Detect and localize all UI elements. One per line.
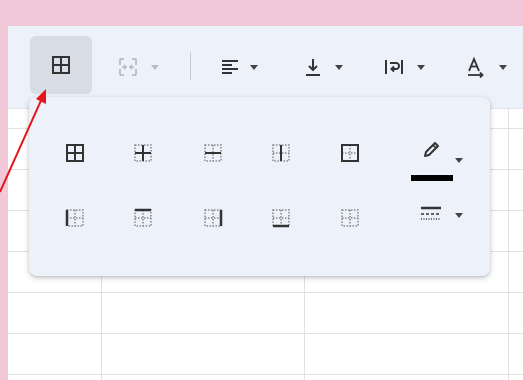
inner-borders-icon[interactable] (133, 143, 153, 163)
horizontal-borders-icon[interactable] (203, 143, 223, 163)
row-divider (8, 292, 523, 293)
vertical-align-icon (303, 57, 323, 77)
horizontal-align-icon (220, 57, 240, 77)
chevron-down-icon (250, 64, 258, 70)
chevron-down-icon (151, 64, 159, 70)
all-borders-icon[interactable] (65, 143, 85, 163)
outer-borders-icon[interactable] (340, 143, 360, 163)
chevron-down-icon (417, 64, 425, 70)
border-color-button[interactable] (411, 139, 475, 187)
toolbar-divider (190, 52, 191, 80)
merge-cells-button[interactable] (108, 54, 168, 80)
bottom-border-icon[interactable] (271, 208, 291, 228)
borders-menu (29, 97, 490, 276)
clear-borders-icon[interactable] (340, 208, 360, 228)
text-wrapping-button[interactable] (372, 54, 436, 80)
right-border-icon[interactable] (203, 208, 223, 228)
border-style-button[interactable] (411, 201, 475, 231)
merge-cells-icon (117, 56, 139, 78)
chevron-down-icon (455, 158, 463, 163)
text-wrapping-icon (383, 57, 405, 77)
borders-button[interactable] (30, 36, 92, 94)
chevron-down-icon (335, 64, 343, 70)
row-divider (8, 374, 523, 375)
horizontal-align-button[interactable] (206, 54, 272, 80)
text-rotation-icon (465, 56, 487, 78)
background-strip-left (0, 0, 8, 380)
column-divider (508, 109, 509, 380)
background-strip (0, 0, 523, 26)
row-divider (8, 333, 523, 334)
border-color-swatch (411, 175, 453, 181)
chevron-down-icon (455, 213, 463, 218)
border-style-icon (419, 205, 443, 230)
chevron-down-icon (499, 64, 507, 70)
text-rotation-button[interactable] (454, 54, 518, 80)
left-border-icon[interactable] (65, 208, 85, 228)
border-color-pencil-icon (421, 139, 443, 166)
vertical-borders-icon[interactable] (271, 143, 291, 163)
vertical-align-button[interactable] (292, 54, 354, 80)
top-border-icon[interactable] (133, 208, 153, 228)
borders-icon (51, 55, 71, 75)
